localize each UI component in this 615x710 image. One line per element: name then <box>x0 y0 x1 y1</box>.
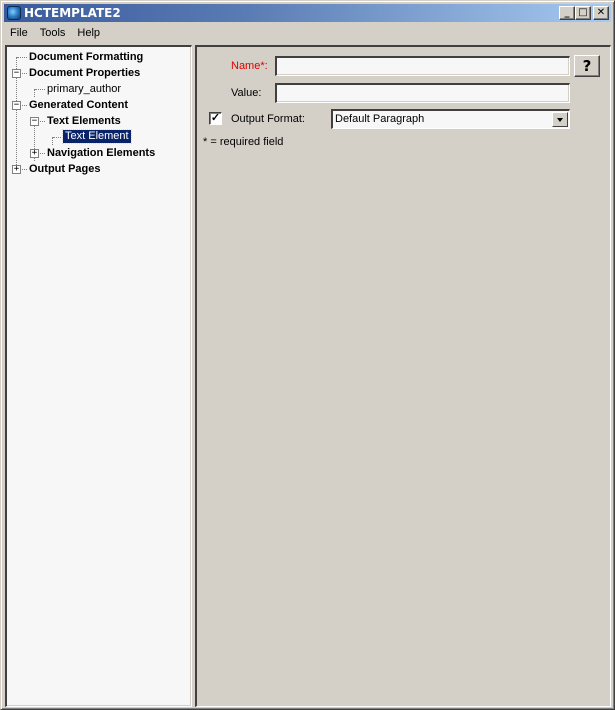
tree-node-label: primary_author <box>47 83 121 95</box>
window-title: HCTEMPLATE2 <box>24 6 121 20</box>
output-format-select[interactable]: Default Paragraph <box>331 109 570 129</box>
value-label: Value: <box>231 87 262 99</box>
collapse-icon[interactable]: − <box>12 69 21 78</box>
properties-pane: Name*: ? Value: ✓ Output Format: Default… <box>195 45 611 707</box>
app-globe-icon <box>7 6 21 20</box>
tree-node-label: Document Formatting <box>29 51 144 63</box>
navigation-tree-pane: Document Formatting − Document Propertie… <box>5 45 192 707</box>
close-button[interactable]: ✕ <box>593 6 609 20</box>
menu-tools[interactable]: Tools <box>34 27 72 39</box>
output-format-value: Default Paragraph <box>335 113 425 125</box>
collapse-icon[interactable]: − <box>30 117 39 126</box>
tree-node-label: Output Pages <box>29 163 101 175</box>
output-format-checkbox[interactable]: ✓ <box>209 112 222 125</box>
tree-node-label: Navigation Elements <box>47 147 156 159</box>
application-window: HCTEMPLATE2 _ □ ✕ File Tools Help Docume… <box>0 0 615 710</box>
tree-connector <box>35 89 45 90</box>
expand-icon[interactable]: + <box>12 165 21 174</box>
output-format-label: Output Format: <box>231 113 305 125</box>
tree-node-label: Generated Content <box>29 99 129 111</box>
tree-connector <box>53 137 63 138</box>
tree-connector <box>34 89 35 97</box>
tree-connector <box>52 137 53 145</box>
expand-icon[interactable]: + <box>30 149 39 158</box>
menu-bar: File Tools Help <box>4 23 611 42</box>
minimize-button[interactable]: _ <box>559 6 575 20</box>
tree-node-label: Document Properties <box>29 67 141 79</box>
name-input[interactable] <box>275 56 570 76</box>
tree-connector <box>17 57 27 58</box>
title-bar[interactable]: HCTEMPLATE2 _ □ ✕ <box>4 4 611 22</box>
name-label: Name*: <box>231 60 268 72</box>
menu-help[interactable]: Help <box>71 27 106 39</box>
dropdown-arrow-icon[interactable] <box>552 112 568 127</box>
collapse-icon[interactable]: − <box>12 101 21 110</box>
tree-node-label-selected: Text Element <box>62 129 132 144</box>
window-controls: _ □ ✕ <box>559 6 609 20</box>
tree-node-label: Text Elements <box>47 115 121 127</box>
help-button[interactable]: ? <box>574 55 600 77</box>
required-field-note: * = required field <box>203 136 284 148</box>
value-input[interactable] <box>275 83 570 103</box>
menu-file[interactable]: File <box>4 27 34 39</box>
maximize-button[interactable]: □ <box>575 6 591 20</box>
